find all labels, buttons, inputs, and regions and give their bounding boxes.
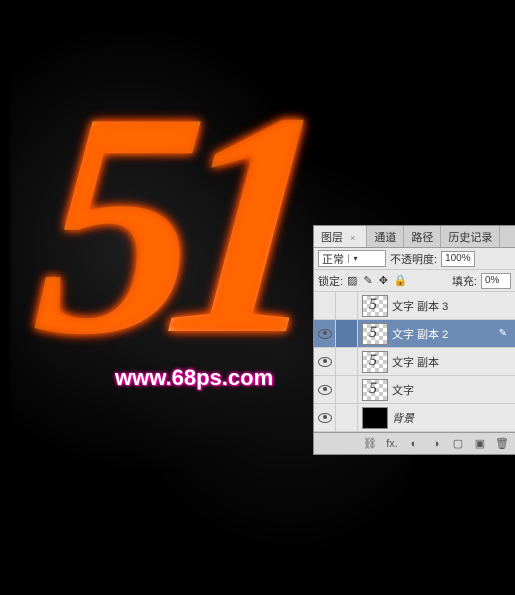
link-column[interactable]: [336, 292, 358, 319]
layer-name[interactable]: 文字 副本 3: [392, 298, 515, 314]
blend-opacity-row: 正常 ▾ 不透明度: 100%: [314, 248, 515, 270]
lock-position-icon[interactable]: ✥: [379, 274, 388, 287]
link-column[interactable]: ✎: [336, 320, 358, 347]
layers-panel: 图层 × 通道 路径 历史记录 正常 ▾ 不透明度: 100% 锁定: ▨ ✎ …: [313, 225, 515, 455]
opacity-input[interactable]: 100%: [441, 251, 475, 267]
visibility-toggle[interactable]: [314, 404, 336, 431]
layer-thumbnail[interactable]: [362, 351, 388, 373]
brush-icon: ✎: [499, 328, 507, 339]
layers-list: 文字 副本 3 ✎ 文字 副本 2 文字 副本 文字 背景: [314, 292, 515, 432]
lock-paint-icon[interactable]: ✎: [363, 274, 372, 287]
tab-paths[interactable]: 路径: [404, 226, 441, 247]
blend-mode-dropdown[interactable]: 正常 ▾: [318, 250, 386, 267]
eye-icon: [318, 357, 332, 367]
link-layers-icon[interactable]: ⛓: [363, 437, 377, 450]
panel-tabs: 图层 × 通道 路径 历史记录: [314, 226, 515, 248]
eye-icon: [318, 413, 332, 423]
fill-input[interactable]: 0%: [481, 273, 511, 289]
layer-row[interactable]: 文字 副本: [314, 348, 515, 376]
visibility-toggle[interactable]: [314, 376, 336, 403]
layer-row[interactable]: 背景: [314, 404, 515, 432]
layer-thumbnail[interactable]: [362, 295, 388, 317]
link-column[interactable]: [336, 348, 358, 375]
layer-row[interactable]: 文字: [314, 376, 515, 404]
opacity-label: 不透明度:: [390, 251, 437, 267]
chevron-down-icon: ▾: [348, 254, 362, 263]
tab-channels[interactable]: 通道: [367, 226, 404, 247]
layer-row[interactable]: ✎ 文字 副本 2: [314, 320, 515, 348]
eye-icon: [318, 329, 332, 339]
lock-all-icon[interactable]: 🔒: [394, 274, 408, 287]
panel-footer: ⛓ fx. ◐ ◑ ▢ ▣ 🗑: [314, 432, 515, 454]
tab-layers[interactable]: 图层 ×: [314, 226, 367, 247]
visibility-toggle[interactable]: [314, 348, 336, 375]
lock-icons-group: ▨ ✎ ✥ 🔒: [347, 274, 408, 287]
visibility-toggle[interactable]: [314, 292, 336, 319]
tab-close-icon[interactable]: ×: [346, 230, 359, 246]
tab-history[interactable]: 历史记录: [441, 226, 500, 247]
new-layer-icon[interactable]: ▣: [473, 437, 487, 450]
layer-thumbnail[interactable]: [362, 407, 388, 429]
link-column[interactable]: [336, 376, 358, 403]
layer-name[interactable]: 文字: [392, 382, 515, 398]
layer-name[interactable]: 文字 副本 2: [392, 326, 515, 342]
artwork-text: 51: [24, 40, 316, 408]
layer-row[interactable]: 文字 副本 3: [314, 292, 515, 320]
lock-label: 锁定:: [318, 273, 343, 289]
blend-mode-value: 正常: [322, 251, 344, 267]
eye-icon: [318, 385, 332, 395]
watermark: www.68ps.com: [115, 365, 273, 391]
layer-name[interactable]: 背景: [392, 410, 515, 426]
lock-fill-row: 锁定: ▨ ✎ ✥ 🔒 填充: 0%: [314, 270, 515, 292]
folder-icon[interactable]: ▢: [451, 437, 465, 450]
layer-name[interactable]: 文字 副本: [392, 354, 515, 370]
visibility-toggle[interactable]: [314, 320, 336, 347]
layer-thumbnail[interactable]: [362, 323, 388, 345]
fx-icon[interactable]: fx.: [385, 438, 399, 450]
layer-thumbnail[interactable]: [362, 379, 388, 401]
mask-icon[interactable]: ◐: [407, 438, 421, 450]
link-column[interactable]: [336, 404, 358, 431]
adjustment-icon[interactable]: ◑: [429, 438, 443, 450]
lock-transparency-icon[interactable]: ▨: [347, 274, 357, 287]
fill-label: 填充:: [452, 273, 477, 289]
tab-label: 图层: [321, 232, 343, 244]
trash-icon[interactable]: 🗑: [495, 437, 509, 450]
